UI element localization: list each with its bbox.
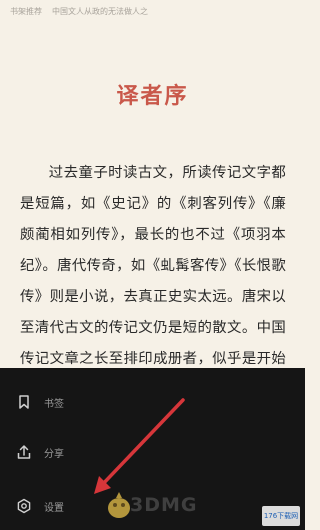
watermark-mascot-icon [108,492,130,518]
gear-icon [17,498,31,514]
share-menu-item[interactable]: 分享 [0,434,200,470]
bookmark-icon [19,395,29,409]
bookmark-menu-item[interactable]: 书签 [0,384,200,420]
share-label: 分享 [44,448,64,460]
chapter-path: 中国文人从政的无法做人之 [52,7,148,16]
share-icon [17,445,31,459]
chapter-title: 译者序 [116,83,189,109]
bookmark-label: 书签 [44,398,64,410]
reader-header: 书架推荐 中国文人从政的无法做人之 [10,6,295,20]
site-badge: 176下载网 [262,506,300,526]
settings-label: 设置 [44,502,64,514]
watermark-text: 3DMG [130,494,198,516]
book-title: 书架推荐 [10,7,42,16]
